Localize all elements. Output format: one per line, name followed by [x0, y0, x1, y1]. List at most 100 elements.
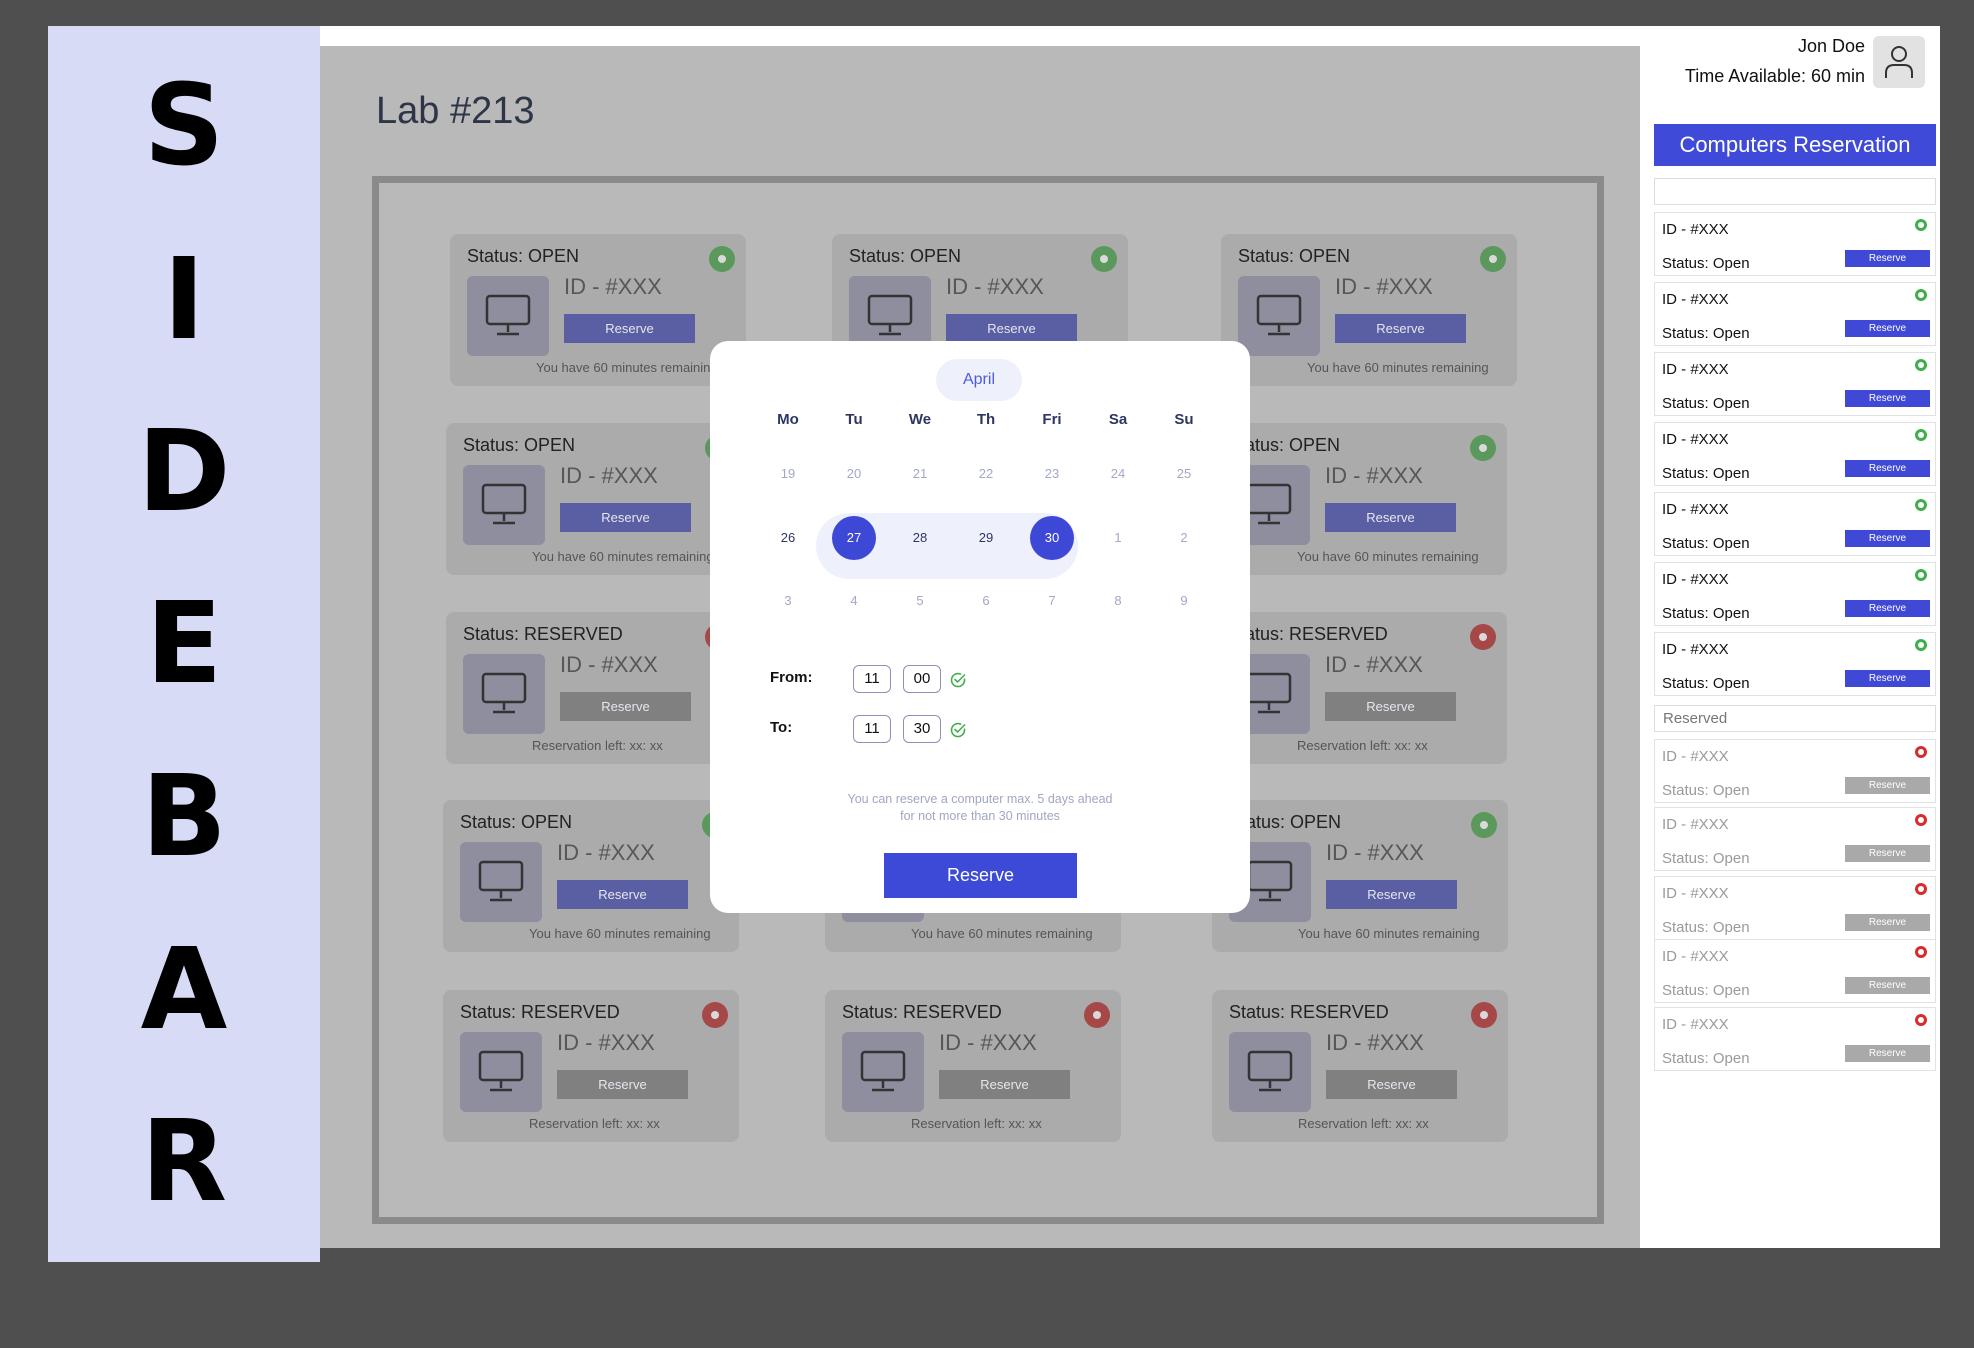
panel-computer-item[interactable]: ID - #XXX Status: Open Reserve: [1654, 492, 1936, 556]
to-hour-input[interactable]: 11: [853, 715, 891, 743]
from-minute-input[interactable]: 00: [903, 665, 941, 693]
card-note: You have 60 minutes remaining: [1297, 549, 1479, 564]
modal-reserve-button[interactable]: Reserve: [884, 853, 1077, 898]
card-reserve-button: Reserve: [1326, 1070, 1457, 1099]
panel-reserve-button[interactable]: Reserve: [1845, 530, 1930, 547]
card-reserve-button: Reserve: [1325, 692, 1456, 721]
avatar[interactable]: [1873, 36, 1925, 88]
monitor-thumbnail: [1229, 1032, 1311, 1112]
computer-card[interactable]: Status: RESERVED ID - #XXX Reserve Reservat…: [446, 612, 742, 764]
monitor-thumbnail: [842, 1032, 924, 1112]
card-status: Status: OPEN: [460, 812, 573, 832]
panel-computer-item[interactable]: ID - #XXX Status: Open Reserve: [1654, 562, 1936, 626]
to-minute-input[interactable]: 30: [903, 715, 941, 743]
panel-item-status: Status: Open: [1662, 535, 1750, 552]
status-dot-icon: [709, 246, 735, 272]
card-status: Status: RESERVED: [463, 624, 623, 644]
weekday-label: Sa: [1108, 411, 1128, 428]
computer-card[interactable]: Status: OPENID - #XXXReserveYou have 60 …: [446, 423, 742, 575]
status-dot-icon: [1915, 569, 1927, 581]
panel-reserve-button[interactable]: Reserve: [1845, 390, 1930, 407]
panel-computer-item[interactable]: ID - #XXX Status: Open Reserve: [1654, 352, 1936, 416]
card-reserve-button[interactable]: Reserve: [1325, 503, 1456, 532]
reservation-hint: You can reserve a computer max. 5 days a…: [710, 791, 1250, 825]
monitor-icon: [867, 294, 913, 336]
calendar-day[interactable]: 27: [832, 516, 876, 560]
panel-computer-item[interactable]: ID - #XXX Status: Open Reserve: [1654, 807, 1936, 871]
status-dot-icon: [1470, 435, 1496, 461]
panel-reserve-button[interactable]: Reserve: [1845, 250, 1930, 267]
status-dot-icon: [1915, 289, 1927, 301]
panel-reserve-button[interactable]: Reserve: [1845, 460, 1930, 477]
monitor-icon: [860, 1050, 906, 1092]
computer-card[interactable]: Status: RESERVED ID - #XXX Reserve Reservat…: [1212, 990, 1508, 1142]
card-reserve-button[interactable]: Reserve: [1326, 880, 1457, 909]
calendar-day[interactable]: 21: [898, 452, 942, 496]
panel-reserve-button: Reserve: [1845, 777, 1930, 794]
panel-reserve-button: Reserve: [1845, 914, 1930, 931]
computer-card[interactable]: Status: RESERVED ID - #XXX Reserve Reservat…: [1211, 612, 1507, 764]
panel-search-input[interactable]: [1654, 178, 1936, 205]
panel-reserve-button[interactable]: Reserve: [1845, 600, 1930, 617]
calendar-day[interactable]: 30: [1030, 516, 1074, 560]
calendar-day[interactable]: 20: [832, 452, 876, 496]
panel-computer-item[interactable]: ID - #XXX Status: Open Reserve: [1654, 739, 1936, 803]
panel-computer-item[interactable]: ID - #XXX Status: Open Reserve: [1654, 632, 1936, 696]
card-reserve-button[interactable]: Reserve: [564, 314, 695, 343]
panel-computer-item[interactable]: ID - #XXX Status: Open Reserve: [1654, 939, 1936, 1003]
time-available: Time Available: 60 min: [1684, 66, 1865, 86]
calendar-day[interactable]: 24: [1096, 452, 1140, 496]
card-status: Status: OPEN: [1238, 246, 1351, 266]
status-dot-icon: [1915, 639, 1927, 651]
status-dot-icon: [1470, 624, 1496, 650]
card-note: Reservation left: xx: xx: [911, 1116, 1042, 1131]
calendar-day[interactable]: 8: [1096, 579, 1140, 623]
card-note: Reservation left: xx: xx: [1298, 1116, 1429, 1131]
month-selector[interactable]: April: [936, 359, 1022, 401]
calendar-day[interactable]: 5: [898, 579, 942, 623]
calendar-day[interactable]: 23: [1030, 452, 1074, 496]
calendar-day[interactable]: 26: [766, 516, 810, 560]
calendar-day[interactable]: 7: [1030, 579, 1074, 623]
calendar-day[interactable]: 2: [1162, 516, 1206, 560]
computer-card[interactable]: Status: RESERVED ID - #XXX Reserve Reservat…: [443, 990, 739, 1142]
card-reserve-button[interactable]: Reserve: [1335, 314, 1466, 343]
card-reserve-button[interactable]: Reserve: [946, 314, 1077, 343]
status-dot-icon: [1915, 359, 1927, 371]
card-reserve-button[interactable]: Reserve: [557, 880, 688, 909]
calendar-day[interactable]: 6: [964, 579, 1008, 623]
monitor-icon: [1246, 483, 1292, 525]
status-dot-icon: [1915, 814, 1927, 826]
calendar-day[interactable]: 3: [766, 579, 810, 623]
from-hour-input[interactable]: 11: [853, 665, 891, 693]
computer-card[interactable]: Status: OPEN ID - #XXX Reserve You have 60 …: [1221, 234, 1517, 386]
calendar-day[interactable]: 4: [832, 579, 876, 623]
calendar-day[interactable]: 25: [1162, 452, 1206, 496]
computer-card[interactable]: Status: OPENID - #XXXReserveYou have 60 …: [443, 800, 739, 952]
calendar-day[interactable]: 1: [1096, 516, 1140, 560]
card-note: You have 60 minutes remaining: [1307, 360, 1489, 375]
calendar-day[interactable]: 19: [766, 452, 810, 496]
panel-reserve-button[interactable]: Reserve: [1845, 670, 1930, 687]
computer-card[interactable]: Status: OPENID - #XXXReserveYou have 60 …: [450, 234, 746, 386]
monitor-thumbnail: [460, 1032, 542, 1112]
computer-card[interactable]: Status: RESERVED ID - #XXX Reserve Reservat…: [825, 990, 1121, 1142]
panel-computer-item[interactable]: ID - #XXX Status: Open Reserve: [1654, 1007, 1936, 1071]
card-computer-id: ID - #XXX: [1335, 274, 1433, 299]
computer-card[interactable]: Status: OPENID - #XXXReserveYou have 60 …: [1212, 800, 1508, 952]
calendar-day[interactable]: 9: [1162, 579, 1206, 623]
panel-computer-item[interactable]: ID - #XXX Status: Open Reserve: [1654, 422, 1936, 486]
card-reserve-button[interactable]: Reserve: [560, 503, 691, 532]
calendar-day[interactable]: 28: [898, 516, 942, 560]
card-note: You have 60 minutes remaining: [536, 360, 718, 375]
panel-reserve-button[interactable]: Reserve: [1845, 320, 1930, 337]
calendar-day[interactable]: 22: [964, 452, 1008, 496]
computer-card[interactable]: Status: OPENID - #XXXReserveYou have 60 …: [1211, 423, 1507, 575]
weekday-label: Fri: [1042, 411, 1062, 428]
user-icon: [1885, 46, 1913, 78]
panel-computer-item[interactable]: ID - #XXX Status: Open Reserve: [1654, 876, 1936, 940]
calendar-day[interactable]: 29: [964, 516, 1008, 560]
panel-computer-item[interactable]: ID - #XXX Status: Open Reserve: [1654, 282, 1936, 346]
panel-computer-item[interactable]: ID - #XXX Status: Open Reserve: [1654, 212, 1936, 276]
panel-item-id: ID - #XXX: [1662, 221, 1729, 238]
